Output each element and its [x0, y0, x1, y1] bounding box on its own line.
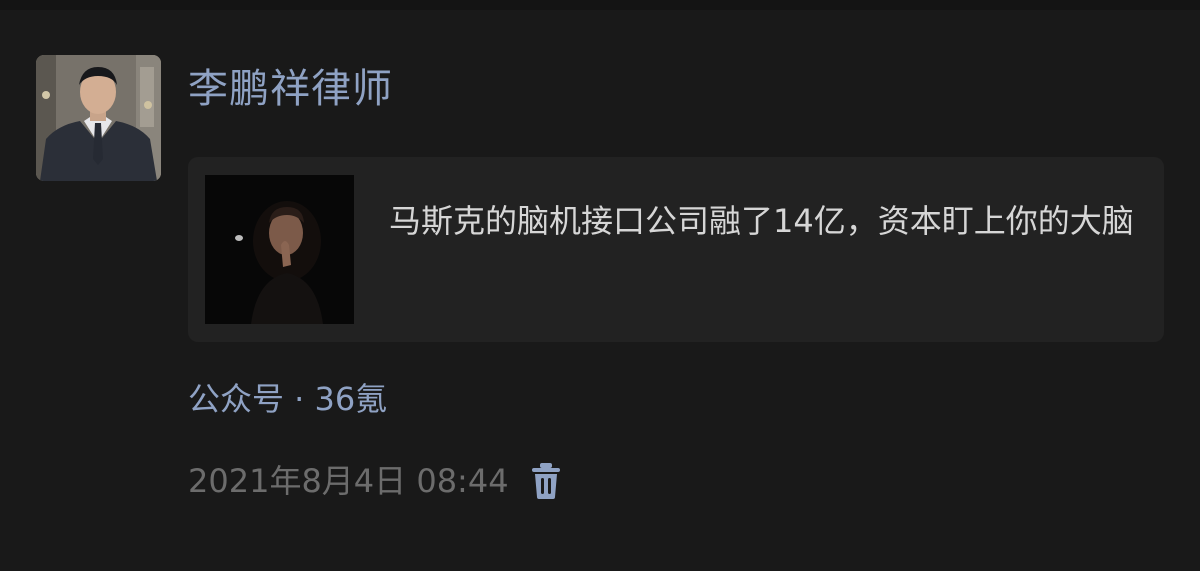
article-thumbnail [205, 175, 354, 324]
author-name[interactable]: 李鹏祥律师 [188, 62, 393, 116]
avatar[interactable] [36, 55, 161, 181]
post-timestamp: 2021年8月4日 08:44 [188, 462, 509, 500]
article-card[interactable]: 马斯克的脑机接口公司融了14亿，资本盯上你的大脑 [188, 157, 1164, 342]
meta-row: 2021年8月4日 08:44 [188, 456, 563, 506]
top-edge [0, 0, 1200, 10]
article-title[interactable]: 马斯克的脑机接口公司融了14亿，资本盯上你的大脑 [389, 195, 1149, 247]
source-label[interactable]: 公众号 · 36氪 [188, 374, 387, 424]
trash-icon [531, 463, 560, 499]
avatar-photo [36, 55, 161, 181]
delete-button[interactable] [529, 459, 563, 503]
